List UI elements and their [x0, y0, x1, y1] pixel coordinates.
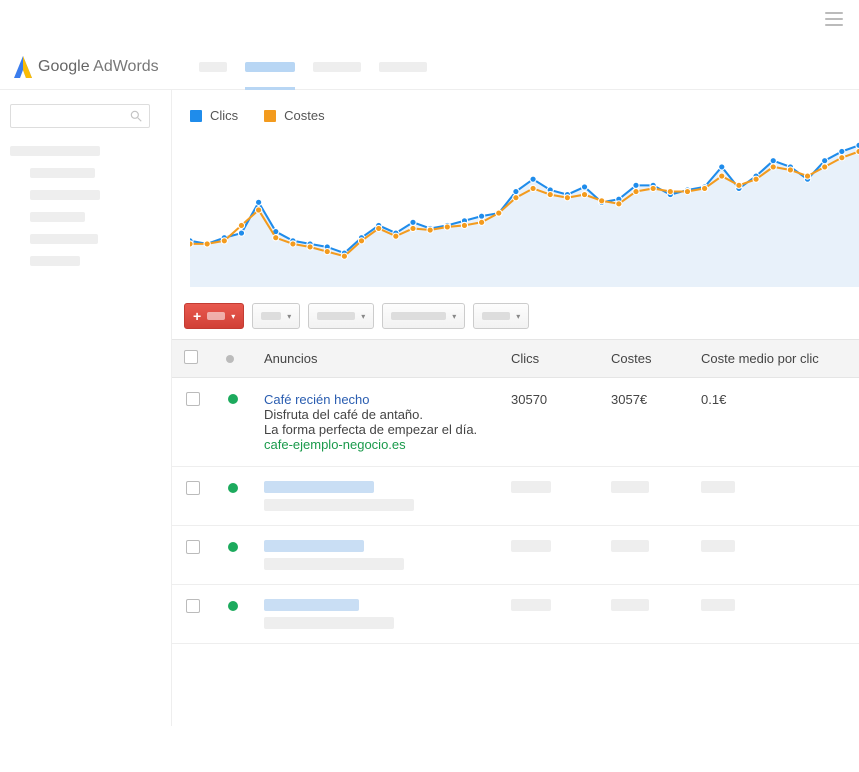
cell-clics: [511, 481, 551, 493]
plus-icon: +: [193, 308, 201, 324]
chevron-down-icon: ▾: [231, 312, 235, 321]
cell-cpc: [701, 481, 735, 493]
cell-costes: [611, 481, 649, 493]
legend-label: Clics: [210, 108, 238, 123]
legend-clics[interactable]: Clics: [190, 108, 238, 123]
sidebar-item[interactable]: [30, 190, 100, 200]
status-dot: [228, 601, 238, 611]
legend-label: Costes: [284, 108, 324, 123]
chevron-down-icon: ▾: [287, 312, 291, 321]
col-clics[interactable]: Clics: [499, 340, 599, 378]
cell-costes: 3057€: [599, 378, 689, 467]
add-button[interactable]: + ▾: [184, 303, 244, 329]
ad-title[interactable]: Café recién hecho: [264, 392, 487, 407]
row-checkbox[interactable]: [186, 599, 200, 613]
nav-tab[interactable]: [379, 62, 427, 72]
toolbar-button[interactable]: ▾: [252, 303, 300, 329]
table-row[interactable]: Café recién hecho Disfruta del café de a…: [172, 378, 859, 467]
chevron-down-icon: ▾: [361, 312, 365, 321]
cell-clics: 30570: [499, 378, 599, 467]
ad-title: [264, 481, 374, 493]
toolbar-button[interactable]: ▾: [382, 303, 465, 329]
status-dot: [228, 483, 238, 493]
legend-swatch: [190, 110, 202, 122]
nav-tab[interactable]: [199, 62, 227, 72]
status-dot: [228, 542, 238, 552]
sidebar-item[interactable]: [10, 146, 100, 156]
status-dot: [228, 394, 238, 404]
chevron-down-icon: ▾: [516, 312, 520, 321]
row-checkbox[interactable]: [186, 392, 200, 406]
table-row[interactable]: [172, 526, 859, 585]
table-row[interactable]: [172, 467, 859, 526]
ad-title: [264, 540, 364, 552]
cell-clics: [511, 599, 551, 611]
ads-table: Anuncios Clics Costes Coste medio por cl…: [172, 339, 859, 644]
toolbar-button[interactable]: ▾: [473, 303, 529, 329]
ad-desc-line: [264, 499, 414, 511]
search-icon: [129, 109, 143, 123]
legend-swatch: [264, 110, 276, 122]
legend-costes[interactable]: Costes: [264, 108, 324, 123]
sidebar-item[interactable]: [30, 212, 85, 222]
row-checkbox[interactable]: [186, 481, 200, 495]
ad-url[interactable]: cafe-ejemplo-negocio.es: [264, 437, 487, 452]
logo-text: Google AdWords: [38, 58, 159, 76]
cell-cpc: [701, 599, 735, 611]
sidebar: [0, 90, 172, 726]
menu-icon[interactable]: [825, 12, 843, 26]
select-all-checkbox[interactable]: [184, 350, 198, 364]
nav-tabs: [199, 62, 427, 72]
performance-chart: [172, 133, 859, 293]
ad-desc-line: [264, 558, 404, 570]
status-header-icon: [226, 355, 234, 363]
toolbar-button[interactable]: ▾: [308, 303, 374, 329]
col-cpc[interactable]: Coste medio por clic: [689, 340, 859, 378]
col-costes[interactable]: Costes: [599, 340, 689, 378]
cell-cpc: [701, 540, 735, 552]
ad-desc-line: Disfruta del café de antaño.: [264, 407, 487, 422]
ad-title: [264, 599, 359, 611]
adwords-logo-icon: [14, 56, 32, 78]
nav-tab-active[interactable]: [245, 62, 295, 72]
sidebar-item[interactable]: [30, 256, 80, 266]
nav-tab[interactable]: [313, 62, 361, 72]
cell-cpc: 0.1€: [689, 378, 859, 467]
logo: Google AdWords: [14, 56, 159, 78]
cell-costes: [611, 599, 649, 611]
sidebar-item[interactable]: [30, 168, 95, 178]
chevron-down-icon: ▾: [452, 312, 456, 321]
ad-desc-line: [264, 617, 394, 629]
row-checkbox[interactable]: [186, 540, 200, 554]
col-anuncios[interactable]: Anuncios: [252, 340, 499, 378]
cell-costes: [611, 540, 649, 552]
search-input[interactable]: [10, 104, 150, 128]
sidebar-item[interactable]: [30, 234, 98, 244]
ad-desc-line: La forma perfecta de empezar el día.: [264, 422, 487, 437]
table-row[interactable]: [172, 585, 859, 644]
cell-clics: [511, 540, 551, 552]
